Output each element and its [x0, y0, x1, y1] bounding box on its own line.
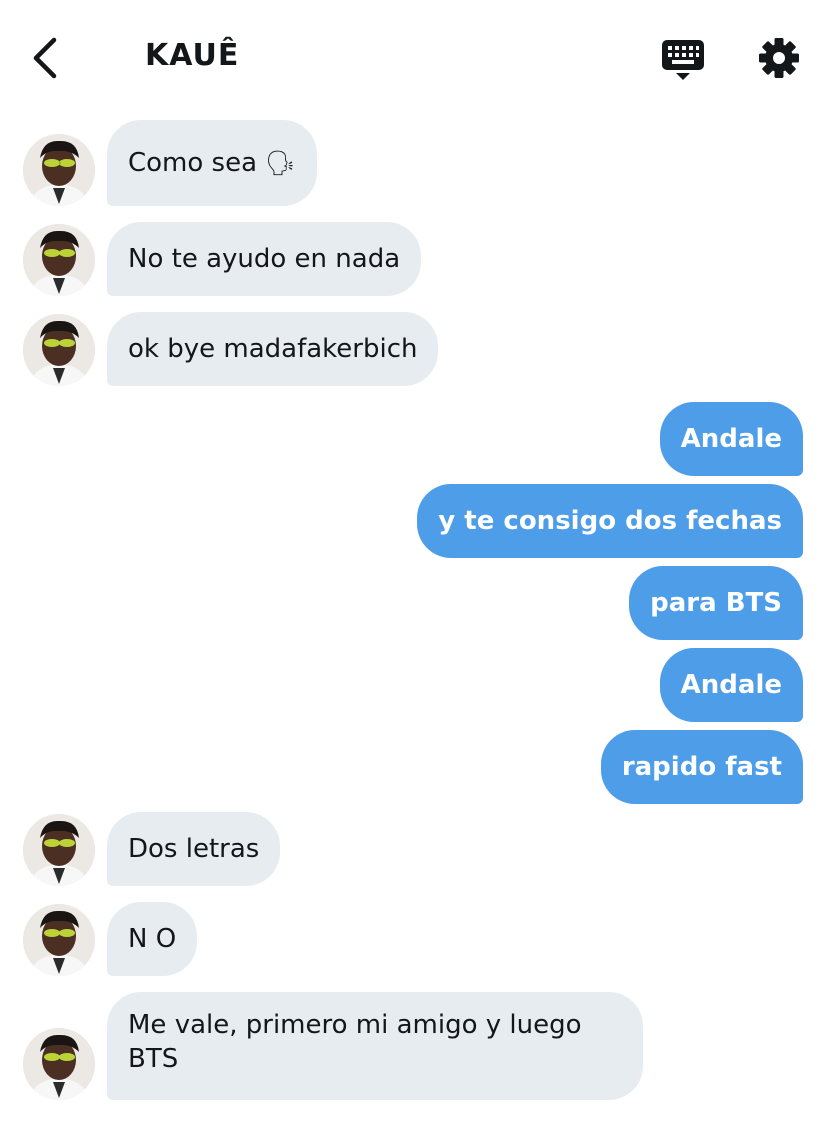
- message-bubble-incoming[interactable]: ok bye madafakerbich: [107, 312, 439, 386]
- settings-button[interactable]: [757, 36, 801, 80]
- message-bubble-incoming[interactable]: No te ayudo en nada: [107, 222, 422, 296]
- conversation-header: KAUÊ: [0, 0, 827, 118]
- message-bubble-outgoing[interactable]: para BTS: [629, 566, 803, 640]
- keyboard-button[interactable]: [660, 38, 706, 82]
- avatar-image: [23, 314, 95, 386]
- message-bubble-incoming[interactable]: Como sea 🗣: [107, 120, 317, 206]
- message-text: para BTS: [650, 588, 782, 618]
- avatar-image: [23, 134, 95, 206]
- message-bubble-outgoing[interactable]: Andale: [659, 402, 803, 476]
- speaking-head-icon: 🗣: [265, 149, 296, 177]
- message-text: Andale: [680, 670, 782, 700]
- message-text: Me vale, primero mi amigo y luego BTS: [128, 1010, 582, 1074]
- message-text: N O: [128, 924, 177, 954]
- sender-avatar[interactable]: [23, 314, 95, 386]
- gear-icon: [759, 38, 799, 78]
- message-text: y te consigo dos fechas: [438, 506, 782, 536]
- message-text: No te ayudo en nada: [128, 244, 401, 274]
- message-bubble-incoming[interactable]: Me vale, primero mi amigo y luego BTS: [107, 992, 643, 1100]
- sender-avatar[interactable]: [23, 224, 95, 296]
- message-bubble-incoming[interactable]: Dos letras: [107, 812, 281, 886]
- message-text: rapido fast: [621, 752, 782, 782]
- message-bubble-outgoing[interactable]: y te consigo dos fechas: [417, 484, 803, 558]
- message-text: Como sea: [128, 148, 258, 178]
- keyboard-icon: [662, 40, 704, 80]
- conversation-title[interactable]: KAUÊ: [145, 38, 239, 73]
- message-text: Dos letras: [128, 834, 260, 864]
- message-text: ok bye madafakerbich: [128, 334, 418, 364]
- chevron-left-icon: [33, 37, 57, 79]
- dm-conversation: KAUÊ Como sea 🗣 No te ayudo en nada ok b…: [0, 0, 827, 1139]
- sender-avatar[interactable]: [23, 134, 95, 206]
- avatar-image: [23, 904, 95, 976]
- sender-avatar[interactable]: [23, 904, 95, 976]
- avatar-image: [23, 1028, 95, 1100]
- back-button[interactable]: [24, 36, 68, 80]
- message-bubble-outgoing[interactable]: rapido fast: [600, 730, 803, 804]
- message-text: Andale: [680, 424, 782, 454]
- message-bubble-outgoing[interactable]: Andale: [659, 648, 803, 722]
- sender-avatar[interactable]: [23, 1028, 95, 1100]
- sender-avatar[interactable]: [23, 814, 95, 886]
- avatar-image: [23, 224, 95, 296]
- message-bubble-incoming[interactable]: N O: [107, 902, 198, 976]
- avatar-image: [23, 814, 95, 886]
